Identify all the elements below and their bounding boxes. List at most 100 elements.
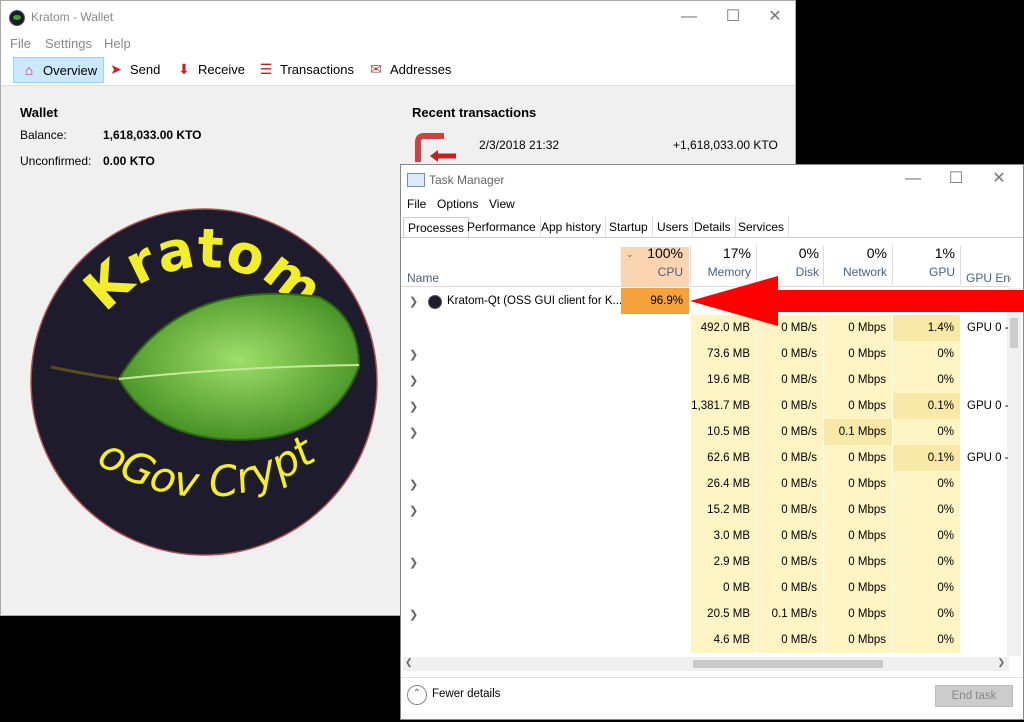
task-manager-icon bbox=[407, 173, 425, 187]
expand-chevron-icon[interactable]: ❯ bbox=[409, 426, 418, 439]
col-cpu-header[interactable]: 100% CPU bbox=[621, 245, 683, 279]
tab-services[interactable]: Services bbox=[734, 217, 790, 237]
tm-menu-file[interactable]: File bbox=[407, 197, 426, 211]
mem-cell: 4.6 MB bbox=[691, 627, 756, 653]
transactions-button[interactable]: ☰ Transactions bbox=[251, 57, 360, 81]
disk-cell: 0 MB/s bbox=[757, 471, 823, 497]
gpu-cell: 0% bbox=[893, 549, 960, 575]
tm-minimize-icon[interactable]: — bbox=[891, 167, 935, 191]
send-button[interactable]: ➤ Send bbox=[101, 57, 166, 81]
disk-cell: 0 MB/s bbox=[757, 419, 823, 445]
tab-users[interactable]: Users bbox=[653, 217, 694, 237]
tm-close-icon[interactable]: ✕ bbox=[977, 167, 1021, 191]
disk-cell: 0 MB/s bbox=[757, 575, 823, 601]
gpu-cell: 0% bbox=[893, 341, 960, 367]
process-row[interactable]: ❯ 1,381.7 MB 0 MB/s 0 Mbps 0.1% GPU 0 - bbox=[401, 393, 1011, 419]
scroll-right-icon[interactable]: ❯ bbox=[997, 657, 1005, 668]
process-row[interactable]: 4.6 MB 0 MB/s 0 Mbps 0% bbox=[401, 627, 1011, 653]
transactions-list-icon: ☰ bbox=[259, 61, 273, 77]
address-book-icon: ✉ bbox=[370, 61, 382, 77]
col-gpu-header[interactable]: 1% GPU bbox=[893, 245, 955, 279]
overview-button[interactable]: ⌂ Overview bbox=[13, 57, 105, 83]
expand-chevron-icon[interactable]: ❯ bbox=[409, 374, 418, 387]
send-label: Send bbox=[130, 61, 161, 77]
expand-chevron-icon[interactable]: ❯ bbox=[409, 400, 418, 413]
unconfirmed-label: Unconfirmed: bbox=[20, 154, 92, 168]
disk-cell: 0 MB/s bbox=[757, 497, 823, 523]
expand-chevron-icon[interactable]: ❯ bbox=[409, 348, 418, 361]
process-row[interactable]: 62.6 MB 0 MB/s 0 Mbps 0.1% GPU 0 - bbox=[401, 445, 1011, 471]
wallet-heading: Wallet bbox=[20, 105, 58, 120]
tab-performance[interactable]: Performance bbox=[463, 217, 541, 237]
expand-chevron-icon[interactable]: ❯ bbox=[409, 504, 418, 517]
gpu-cell: 0% bbox=[893, 367, 960, 393]
menu-file[interactable]: File bbox=[10, 36, 31, 51]
tab-processes[interactable]: Processes bbox=[403, 217, 470, 238]
mem-cell: 0 MB bbox=[691, 575, 756, 601]
red-annotation-arrow bbox=[690, 276, 1024, 326]
disk-cell: 0 MB/s bbox=[757, 549, 823, 575]
mem-cell: 3.0 MB bbox=[691, 523, 756, 549]
balance-label: Balance: bbox=[20, 128, 67, 142]
mem-cell: 1,381.7 MB bbox=[691, 393, 756, 419]
menu-help[interactable]: Help bbox=[104, 36, 131, 51]
receive-button[interactable]: ⬇ Receive bbox=[169, 57, 251, 81]
expand-chevron-icon[interactable]: ❯ bbox=[409, 478, 418, 491]
memory-total-pct: 17% bbox=[722, 245, 751, 261]
process-row[interactable]: ❯ 10.5 MB 0 MB/s 0.1 Mbps 0% bbox=[401, 419, 1011, 445]
kratom-cpu-cell: 96.9% bbox=[621, 288, 689, 314]
end-task-button[interactable]: End task bbox=[935, 685, 1013, 707]
home-icon: ⌂ bbox=[24, 62, 34, 78]
gpu-cell: 0% bbox=[893, 601, 960, 627]
process-row[interactable]: 0 MB 0 MB/s 0 Mbps 0% bbox=[401, 575, 1011, 601]
gpu-engine-cell bbox=[961, 575, 1011, 601]
horizontal-scroll-thumb[interactable] bbox=[693, 660, 883, 668]
fewer-details-link[interactable]: Fewer details bbox=[432, 688, 500, 700]
process-row[interactable]: 3.0 MB 0 MB/s 0 Mbps 0% bbox=[401, 523, 1011, 549]
network-total-pct: 0% bbox=[866, 245, 887, 261]
col-name-header[interactable]: Name bbox=[407, 271, 439, 285]
col-memory-header[interactable]: 17% Memory bbox=[691, 245, 751, 279]
process-row[interactable]: ❯ 73.6 MB 0 MB/s 0 Mbps 0% bbox=[401, 341, 1011, 367]
net-cell: 0 Mbps bbox=[824, 445, 892, 471]
task-manager-title: Task Manager bbox=[429, 173, 505, 187]
addresses-button[interactable]: ✉ Addresses bbox=[361, 57, 457, 81]
expand-chevron-icon[interactable]: ❯ bbox=[409, 556, 418, 569]
disk-cell: 0 MB/s bbox=[757, 445, 823, 471]
process-row[interactable]: ❯ 2.9 MB 0 MB/s 0 Mbps 0% bbox=[401, 549, 1011, 575]
transaction-date: 2/3/2018 21:32 bbox=[479, 138, 560, 152]
col-disk-header[interactable]: 0% Disk bbox=[757, 245, 819, 279]
expand-chevron-icon[interactable]: ❯ bbox=[409, 608, 418, 621]
fewer-details-chevron-icon[interactable]: ⌃ bbox=[407, 685, 427, 705]
gpu-engine-cell bbox=[961, 419, 1011, 445]
minimize-icon[interactable]: — bbox=[667, 5, 711, 29]
wallet-titlebar: Kratom - Wallet — ☐ ✕ bbox=[1, 1, 795, 33]
tm-menu-view[interactable]: View bbox=[489, 197, 515, 211]
tm-maximize-icon[interactable]: ☐ bbox=[934, 167, 978, 191]
wallet-toolbar: ⌂ Overview ➤ Send ⬇ Receive ☰ Transactio… bbox=[1, 53, 795, 86]
tab-startup[interactable]: Startup bbox=[605, 217, 653, 237]
footer-divider bbox=[401, 677, 1023, 678]
horizontal-scrollbar[interactable]: ❮ ❯ bbox=[403, 657, 1009, 671]
expand-chevron-icon[interactable]: ❯ bbox=[409, 295, 418, 308]
net-cell: 0 Mbps bbox=[824, 549, 892, 575]
tab-app-history[interactable]: App history bbox=[537, 217, 607, 237]
process-row[interactable]: ❯ 20.5 MB 0.1 MB/s 0 Mbps 0% bbox=[401, 601, 1011, 627]
tm-menu-options[interactable]: Options bbox=[437, 197, 478, 211]
tab-details[interactable]: Details bbox=[690, 217, 736, 237]
receive-label: Receive bbox=[198, 61, 245, 77]
process-row[interactable]: ❯ 15.2 MB 0 MB/s 0 Mbps 0% bbox=[401, 497, 1011, 523]
scroll-left-icon[interactable]: ❮ bbox=[405, 657, 413, 668]
gpu-cell: 0.1% bbox=[893, 445, 960, 471]
process-row[interactable]: ❯ 19.6 MB 0 MB/s 0 Mbps 0% bbox=[401, 367, 1011, 393]
gpu-engine-cell bbox=[961, 471, 1011, 497]
wallet-title: Kratom - Wallet bbox=[31, 10, 114, 24]
maximize-icon[interactable]: ☐ bbox=[711, 5, 755, 29]
process-row[interactable]: ❯ 26.4 MB 0 MB/s 0 Mbps 0% bbox=[401, 471, 1011, 497]
col-network-header[interactable]: 0% Network bbox=[824, 245, 887, 279]
gpu-cell: 0% bbox=[893, 419, 960, 445]
menu-settings[interactable]: Settings bbox=[45, 36, 92, 51]
wallet-menubar: File Settings Help bbox=[1, 33, 795, 53]
close-icon[interactable]: ✕ bbox=[753, 5, 797, 29]
mem-cell: 2.9 MB bbox=[691, 549, 756, 575]
